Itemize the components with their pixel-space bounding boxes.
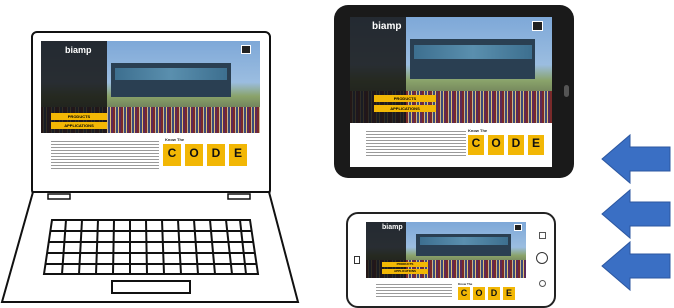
code-tile[interactable]: E: [503, 287, 515, 300]
menu-icon[interactable]: [514, 224, 522, 231]
code-tile[interactable]: D: [488, 287, 500, 300]
code-tile[interactable]: O: [185, 144, 203, 166]
products-button[interactable]: PRODUCTS: [374, 95, 436, 102]
code-tile[interactable]: O: [488, 135, 504, 155]
intro-text: [51, 141, 159, 171]
intro-text: [366, 131, 466, 157]
menu-icon[interactable]: [241, 45, 251, 54]
arrow-left-icon: [601, 133, 671, 185]
hero-banner: biamp PRODUCTS APPLICATIONS: [350, 17, 552, 123]
phone-home-button[interactable]: [536, 252, 548, 264]
tablet-home-button[interactable]: [564, 85, 569, 97]
brand-logo[interactable]: biamp: [372, 21, 401, 32]
tablet-device: biamp PRODUCTS APPLICATIONS Know The C O…: [334, 5, 574, 178]
brand-logo[interactable]: biamp: [65, 45, 92, 55]
know-the-heading: Know The: [458, 282, 473, 286]
arrow-left-icon: [601, 240, 671, 292]
tablet-website: biamp PRODUCTS APPLICATIONS Know The C O…: [350, 17, 552, 167]
menu-icon[interactable]: [532, 21, 543, 31]
phone-device: biamp PRODUCTS APPLICATIONS Know The C O…: [346, 212, 556, 308]
code-tile[interactable]: D: [508, 135, 524, 155]
applications-button[interactable]: APPLICATIONS: [374, 105, 436, 112]
know-the-heading: Know The: [165, 137, 185, 142]
phone-side-icon: [539, 280, 546, 287]
know-the-heading: Know The: [468, 128, 488, 133]
hero-banner: biamp PRODUCTS APPLICATIONS: [41, 41, 260, 133]
products-button[interactable]: PRODUCTS: [382, 262, 428, 267]
laptop-keyboard-base: [0, 191, 300, 303]
code-tile[interactable]: E: [229, 144, 247, 166]
code-tile[interactable]: O: [473, 287, 485, 300]
code-tile[interactable]: C: [163, 144, 181, 166]
phone-website: biamp PRODUCTS APPLICATIONS Know The C O…: [366, 222, 526, 302]
applications-button[interactable]: APPLICATIONS: [382, 269, 428, 274]
code-tile[interactable]: C: [458, 287, 470, 300]
laptop-screen: biamp PRODUCTS APPLICATIONS Know The C O…: [31, 31, 271, 196]
code-tile[interactable]: D: [207, 144, 225, 166]
phone-camera: [354, 256, 360, 264]
code-tile[interactable]: C: [468, 135, 484, 155]
phone-side-icon: [539, 232, 546, 239]
code-tile[interactable]: E: [528, 135, 544, 155]
laptop-website: biamp PRODUCTS APPLICATIONS Know The C O…: [41, 41, 260, 186]
intro-text: [376, 284, 452, 298]
arrow-left-icon: [601, 188, 671, 240]
products-button[interactable]: PRODUCTS: [51, 113, 107, 120]
applications-button[interactable]: APPLICATIONS: [51, 122, 107, 129]
hero-banner: biamp PRODUCTS APPLICATIONS: [366, 222, 526, 278]
brand-logo[interactable]: biamp: [382, 224, 403, 231]
